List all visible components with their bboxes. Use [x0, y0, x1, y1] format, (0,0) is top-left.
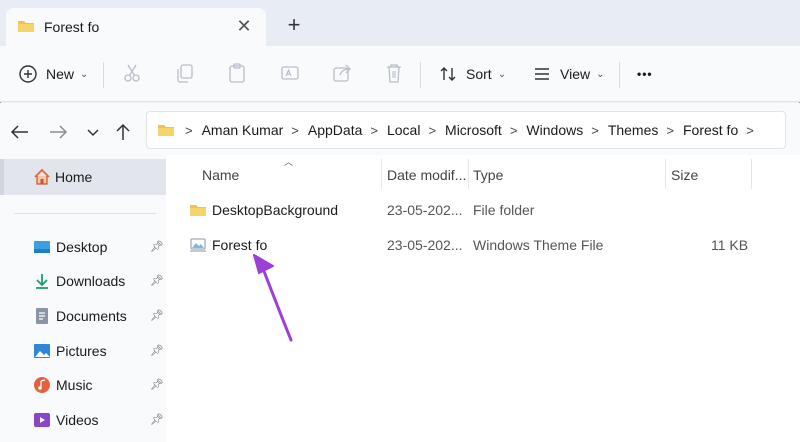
- new-button[interactable]: New ⌄: [18, 60, 88, 88]
- view-icon: [535, 68, 549, 80]
- divider: [619, 62, 620, 88]
- sidebar-item-label: Desktop: [56, 239, 108, 255]
- folder-icon: [17, 19, 35, 36]
- copy-icon[interactable]: [174, 62, 196, 84]
- new-tab-button[interactable]: +: [282, 14, 306, 38]
- sidebar-item-label: Music: [56, 377, 93, 393]
- music-icon: [34, 377, 50, 393]
- delete-icon[interactable]: [383, 62, 405, 84]
- paste-icon[interactable]: [226, 62, 248, 84]
- column-divider[interactable]: [381, 159, 382, 189]
- column-header-date[interactable]: Date modif...: [387, 167, 466, 183]
- tab-title: Forest fo: [44, 19, 100, 35]
- sidebar-item-desktop[interactable]: Desktop 📌︎: [0, 232, 166, 262]
- command-bar: New ⌄ Sort ⌄ View ⌄ •••: [0, 46, 800, 102]
- view-label: View: [560, 66, 591, 82]
- chevron-down-icon: ⌄: [80, 68, 89, 80]
- home-icon: [34, 168, 50, 185]
- column-divider[interactable]: [665, 159, 666, 189]
- file-size: 11 KB: [711, 237, 749, 253]
- cut-icon[interactable]: [121, 62, 143, 84]
- pin-icon: 📌︎: [150, 345, 164, 357]
- file-type: Windows Theme File: [473, 237, 604, 253]
- close-tab-icon[interactable]: ✕: [234, 16, 254, 36]
- pin-icon: 📌︎: [150, 241, 164, 253]
- documents-icon: [36, 308, 48, 324]
- file-date: 23-05-202...: [387, 202, 463, 218]
- sidebar-item-label: Pictures: [56, 343, 107, 359]
- file-row[interactable]: DesktopBackground 23-05-202... File fold…: [166, 195, 800, 225]
- sort-ascending-icon: ︿: [284, 157, 294, 167]
- view-button[interactable]: View ⌄: [532, 60, 604, 88]
- pin-icon: 📌︎: [150, 310, 164, 322]
- pin-icon: 📌︎: [150, 275, 164, 287]
- tab-forest-fo[interactable]: Forest fo ✕: [6, 8, 266, 46]
- chevron-down-icon: ⌄: [596, 68, 605, 80]
- back-icon[interactable]: [9, 121, 31, 143]
- breadcrumb-item[interactable]: Aman Kumar >: [202, 122, 308, 138]
- share-icon[interactable]: [331, 62, 353, 84]
- breadcrumb-item[interactable]: Themes >: [608, 122, 683, 138]
- tab-strip: Forest fo ✕ +: [0, 0, 800, 46]
- sidebar-item-label: Home: [55, 169, 93, 185]
- file-name: DesktopBackground: [212, 202, 339, 218]
- sidebar-item-label: Documents: [56, 308, 127, 324]
- breadcrumb-item[interactable]: Forest fo >: [683, 122, 763, 138]
- forward-icon[interactable]: [47, 121, 69, 143]
- sidebar-item-music[interactable]: Music 📌︎: [0, 370, 166, 400]
- file-name: Forest fo: [212, 237, 268, 253]
- sidebar-item-pictures[interactable]: Pictures 📌︎: [0, 336, 166, 366]
- up-icon[interactable]: [112, 121, 134, 143]
- file-row[interactable]: Forest fo 23-05-202... Windows Theme Fil…: [166, 230, 800, 260]
- sidebar-item-label: Downloads: [56, 273, 126, 289]
- rename-icon[interactable]: [279, 62, 301, 84]
- breadcrumb-separator[interactable]: >: [185, 123, 202, 138]
- divider: [14, 213, 156, 214]
- desktop-icon: [34, 241, 50, 253]
- column-divider[interactable]: [468, 159, 469, 189]
- sidebar-item-label: Videos: [56, 412, 99, 428]
- sidebar-item-videos[interactable]: Videos 📌︎: [0, 405, 166, 435]
- recent-locations-icon[interactable]: [82, 121, 104, 143]
- sort-icon: [440, 67, 456, 81]
- pin-icon: 📌︎: [150, 379, 164, 391]
- selection-indicator: [0, 159, 4, 195]
- navigation-pane: Home Desktop 📌︎ Downloads 📌︎ Documents 📌…: [0, 155, 166, 442]
- breadcrumb-item[interactable]: AppData >: [308, 122, 387, 138]
- sidebar-item-downloads[interactable]: Downloads 📌︎: [0, 266, 166, 296]
- sidebar-item-home[interactable]: Home: [0, 159, 166, 195]
- file-list: ︿ Name Date modif... Type Size DesktopBa…: [166, 155, 800, 442]
- more-options-button[interactable]: •••: [637, 60, 653, 88]
- download-icon: [36, 274, 48, 289]
- chevron-down-icon: ⌄: [497, 68, 507, 80]
- videos-icon: [34, 413, 50, 427]
- breadcrumb-item[interactable]: Microsoft >: [445, 122, 526, 138]
- breadcrumb-item[interactable]: Windows >: [526, 122, 607, 138]
- breadcrumb-item[interactable]: Local >: [387, 122, 445, 138]
- column-header-type[interactable]: Type: [473, 167, 503, 183]
- divider: [103, 62, 104, 88]
- pin-icon: 📌︎: [150, 414, 164, 426]
- sort-button[interactable]: Sort ⌄: [438, 60, 506, 88]
- sort-label: Sort: [466, 66, 492, 82]
- new-label: New: [46, 66, 75, 82]
- column-divider[interactable]: [751, 159, 752, 189]
- pictures-icon: [34, 344, 50, 358]
- sidebar-item-documents[interactable]: Documents 📌︎: [0, 301, 166, 331]
- theme-file-icon: [190, 238, 206, 252]
- column-header-size[interactable]: Size: [671, 167, 698, 183]
- column-header-name[interactable]: Name: [202, 167, 239, 183]
- file-date: 23-05-202...: [387, 237, 463, 253]
- divider: [420, 62, 421, 88]
- add-circle-icon: [19, 65, 37, 83]
- folder-icon: [158, 125, 174, 136]
- folder-icon: [190, 205, 206, 216]
- file-type: File folder: [473, 202, 535, 218]
- address-bar[interactable]: > Aman Kumar > AppData > Local > Microsoft >…: [146, 111, 786, 149]
